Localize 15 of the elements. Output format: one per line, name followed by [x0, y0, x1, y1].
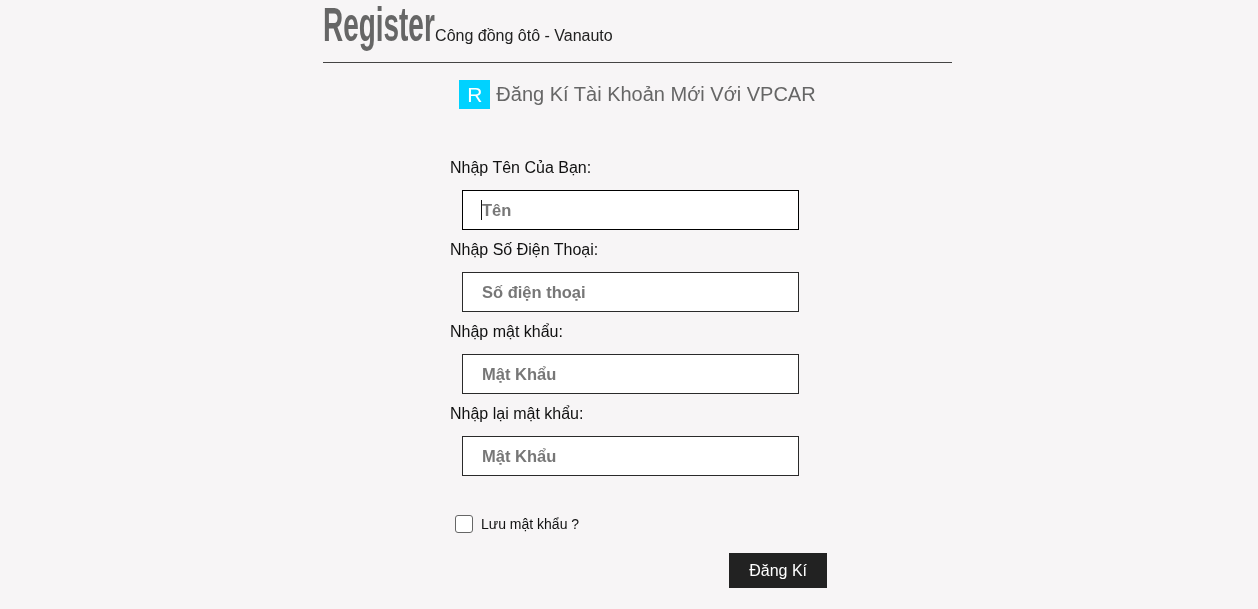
register-button[interactable]: Đăng Kí — [729, 553, 827, 588]
form-heading: Đăng Kí Tài Khoản Mới Với VPCAR — [496, 83, 816, 106]
register-title: Register — [323, 0, 435, 51]
site-subtitle: Công đồng ôtô - Vanauto — [435, 27, 613, 45]
input-field[interactable]: Tên — [462, 190, 799, 230]
checkbox-label[interactable]: Lưu mật khẩu ? — [481, 516, 580, 532]
input-field[interactable]: Số điện thoại — [462, 272, 799, 312]
field-label: Nhập mật khẩu: — [450, 322, 563, 342]
logo-badge: R — [459, 80, 491, 109]
field-label: Nhập Số Điện Thoại: — [450, 240, 599, 260]
input-field[interactable]: Mật Khẩu — [462, 354, 799, 394]
input-field[interactable]: Mật Khẩu — [462, 436, 799, 476]
field-label: Nhập lại mật khẩu: — [450, 404, 584, 424]
field-label: Nhập Tên Của Bạn: — [450, 158, 592, 178]
checkbox[interactable] — [455, 515, 473, 533]
